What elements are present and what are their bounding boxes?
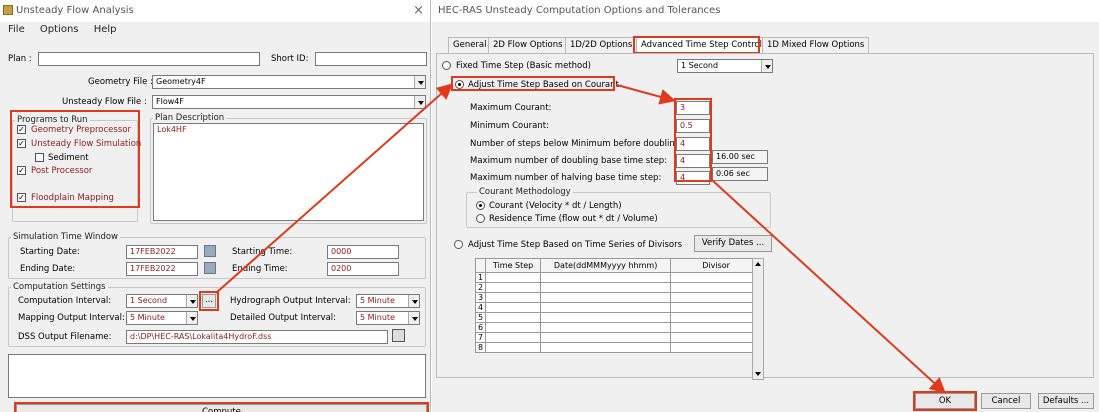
annotation-arrows [215,83,946,394]
arrow-to-courant [215,83,453,294]
arrow-to-values [616,84,676,105]
arrow-to-ok [711,179,946,394]
